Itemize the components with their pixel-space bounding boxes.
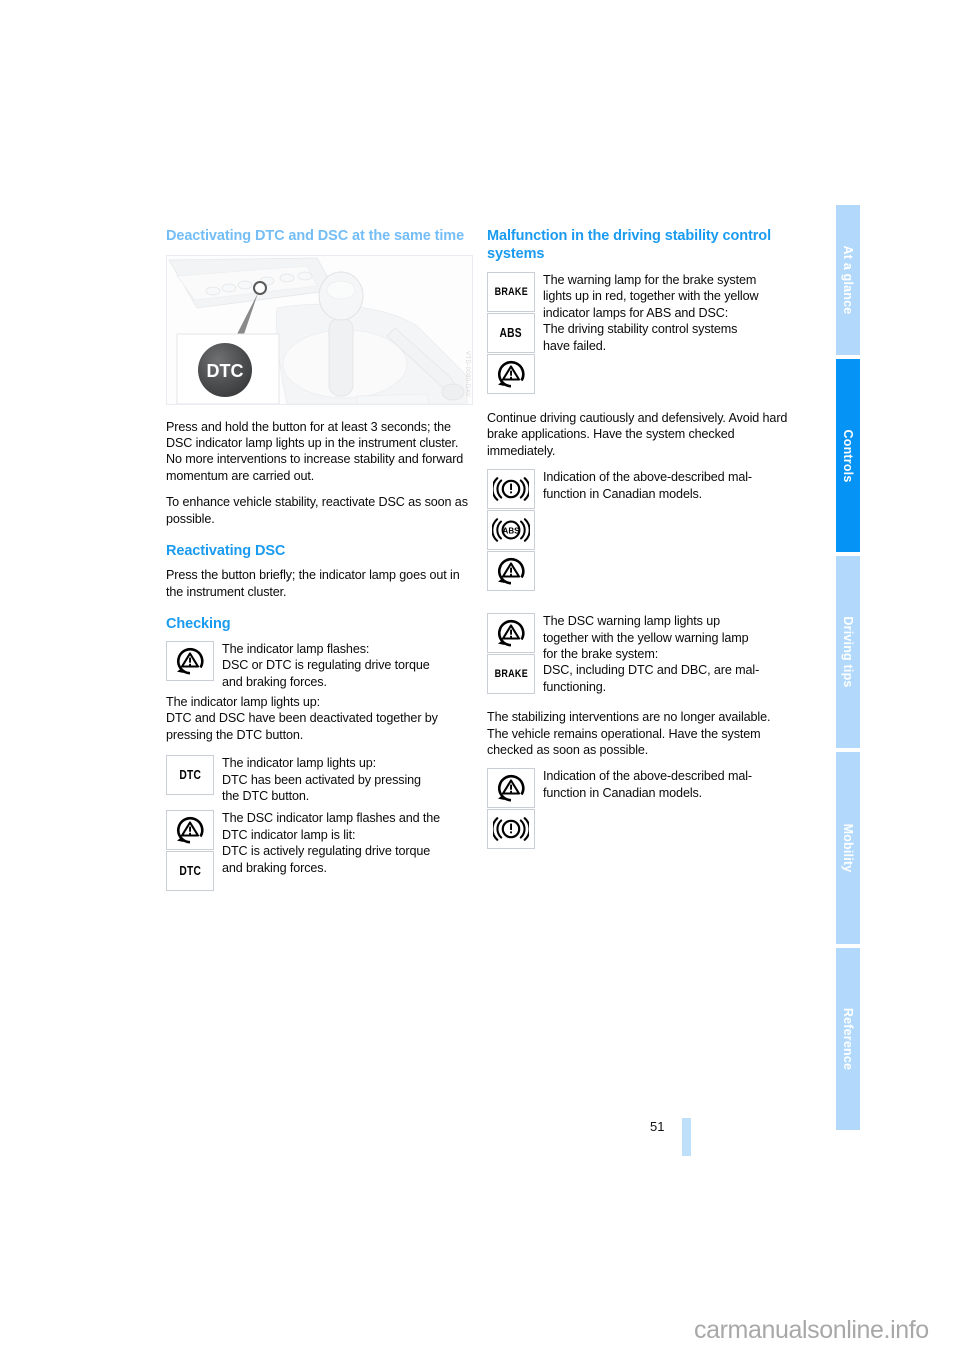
icon-group [166,640,214,682]
brake-icon-label: BRAKE [494,286,528,298]
text-line: for the brake system: [543,647,659,662]
abs-canadian-icon: ABS [487,510,535,551]
icon-block-canadian-indication-2: Indication of the above-described mal- f… [487,768,792,858]
text-line: The indicator lamp flashes: [222,641,370,656]
icon-block-dtc-regulating: DTC The DSC indicator lamp flashes and t… [166,810,473,898]
text-line: DSC, including DTC and DBC, are mal- [543,663,760,678]
text-line: have failed. [543,338,606,353]
text-line: The DSC indicator lamp flashes and the [222,811,441,826]
heading-checking: Checking [166,616,231,633]
icon-block-dsc-malfunction: BRAKE The DSC warning lamp lights up tog… [487,613,792,703]
brake-warning-icon: BRAKE [487,654,535,695]
figure-dtc-button: DTC VTD-0080-DAV [166,254,473,405]
section-tab-rail: At a glance Controls Driving tips Mobili… [836,205,860,1130]
text-line: and braking forces. [222,860,327,875]
figure-reference-code: VTD-0080-DAV [464,351,470,398]
paragraph-press-briefly: Press the button briefly; the indicator … [166,568,460,599]
text-line: indicator lamps for ABS and DSC: [543,305,729,320]
icon-block-text: The DSC indicator lamp flashes and the D… [222,810,473,876]
text-line: DSC or DTC is regulating drive torque [222,658,430,673]
icon-block-text: Indication of the above-described mal- f… [543,469,792,502]
figure-dtc-button-label: DTC [207,361,244,381]
brake-icon-label: BRAKE [494,668,528,681]
page-number: 51 [650,1119,665,1134]
text-line: and braking forces. [222,674,327,689]
dtc-indicator-icon: DTC [166,851,214,892]
tab-driving-tips-label: Driving tips [841,616,855,688]
paragraph-stabilizing-interventions: The stabilizing interventions are no lon… [487,710,771,758]
paragraph-continue-driving: Continue driving cautiously and defensiv… [487,411,788,458]
text-line: DTC indicator lamp is lit: [222,827,356,842]
tab-mobility-label: Mobility [841,823,855,873]
icon-block-text: The indicator lamp lights up: DTC has be… [222,755,473,804]
text-line: Indication of the above-described mal- [543,470,752,485]
center-console-illustration: DTC [167,255,472,404]
icon-block-text: The DSC warning lamp lights up together … [543,613,792,695]
tab-controls-label: Controls [841,429,855,482]
dsc-indicator-icon [487,551,535,592]
text-line: together with the yellow warning lamp [543,630,749,645]
left-content-column: Deactivating DTC and DSC at the same tim… [166,228,473,902]
text-line: The indicator lamp lights up: [222,756,377,771]
icon-block-canadian-indication-1: ABS Indication of the above-described ma… [487,469,792,599]
brake-canadian-icon [487,809,535,850]
text-line: the DTC button. [222,789,310,803]
dsc-indicator-icon [166,640,214,681]
tab-reference-label: Reference [841,1007,855,1071]
tab-at-a-glance-label: At a glance [841,245,855,315]
icon-group: DTC [166,755,214,796]
icon-block-dtc-activated: DTC The indicator lamp lights up: DTC ha… [166,755,473,804]
icon-group: ABS [487,469,535,592]
manual-page: At a glance Controls Driving tips Mobili… [0,0,960,1358]
icon-group: BRAKE [487,613,535,695]
heading-deactivating-dtc-dsc: Deactivating DTC and DSC at the same tim… [166,228,465,244]
abs-warning-icon: ABS [487,313,535,353]
tab-driving-tips[interactable]: Driving tips [836,556,860,748]
dsc-indicator-icon [166,810,214,851]
text-line: DTC has been activated by pressing [222,772,421,787]
text-line: function in Canadian models. [543,486,703,501]
text-line: functioning. [543,679,606,694]
icon-group [487,768,535,850]
dsc-indicator-icon [487,354,535,394]
icon-block-text: Indication of the above-described mal- f… [543,768,792,801]
heading-reactivating-dsc: Reactivating DSC [166,542,286,559]
dtc-icon-label: DTC [179,768,201,783]
abs-canadian-icon-label: ABS [503,527,521,536]
text-line: lights up in red, together with the yell… [543,289,759,304]
right-content-column: Malfunction in the driving stability con… [487,228,792,862]
tab-at-a-glance[interactable]: At a glance [836,205,860,355]
paragraph-press-and-hold: Press and hold the button for at least 3… [166,419,464,483]
site-watermark: carmanualsonline.info [694,1316,929,1344]
icon-block-systems-failed: BRAKE ABS The warning lamp for the brake… [487,272,792,402]
dtc-icon-label: DTC [179,864,201,879]
brake-warning-icon: BRAKE [487,272,535,312]
tab-reference[interactable]: Reference [836,948,860,1130]
text-line: The warning lamp for the brake system [543,273,757,287]
brake-canadian-icon [487,469,535,510]
heading-malfunction-stability: Malfunction in the driving stability con… [487,228,771,262]
icon-group: BRAKE ABS [487,272,535,395]
text-line: The driving stability control systems [543,322,738,337]
dsc-indicator-icon [487,613,535,654]
text-line: DTC is actively regulating drive torque [222,844,431,859]
tab-controls[interactable]: Controls [836,359,860,552]
icon-block-dsc-flashes: The indicator lamp flashes: DSC or DTC i… [166,640,473,690]
text-line: Indication of the above-described mal- [543,769,752,784]
abs-icon-label: ABS [499,326,523,340]
paragraph-enhance-stability: To enhance vehicle stability, reactivate… [166,495,468,526]
text-line: The DSC warning lamp lights up [543,614,720,629]
text-line: function in Canadian models. [543,785,703,800]
icon-block-text: The indicator lamp flashes: DSC or DTC i… [222,641,473,690]
dsc-indicator-icon [487,768,535,809]
paragraph-lamp-lights-up: The indicator lamp lights up: DTC and DS… [166,694,438,742]
dtc-indicator-icon: DTC [166,755,214,796]
page-number-rule [682,1118,691,1156]
tab-mobility[interactable]: Mobility [836,752,860,944]
icon-group: DTC [166,810,214,892]
icon-block-text: The warning lamp for the brake system li… [543,272,792,354]
